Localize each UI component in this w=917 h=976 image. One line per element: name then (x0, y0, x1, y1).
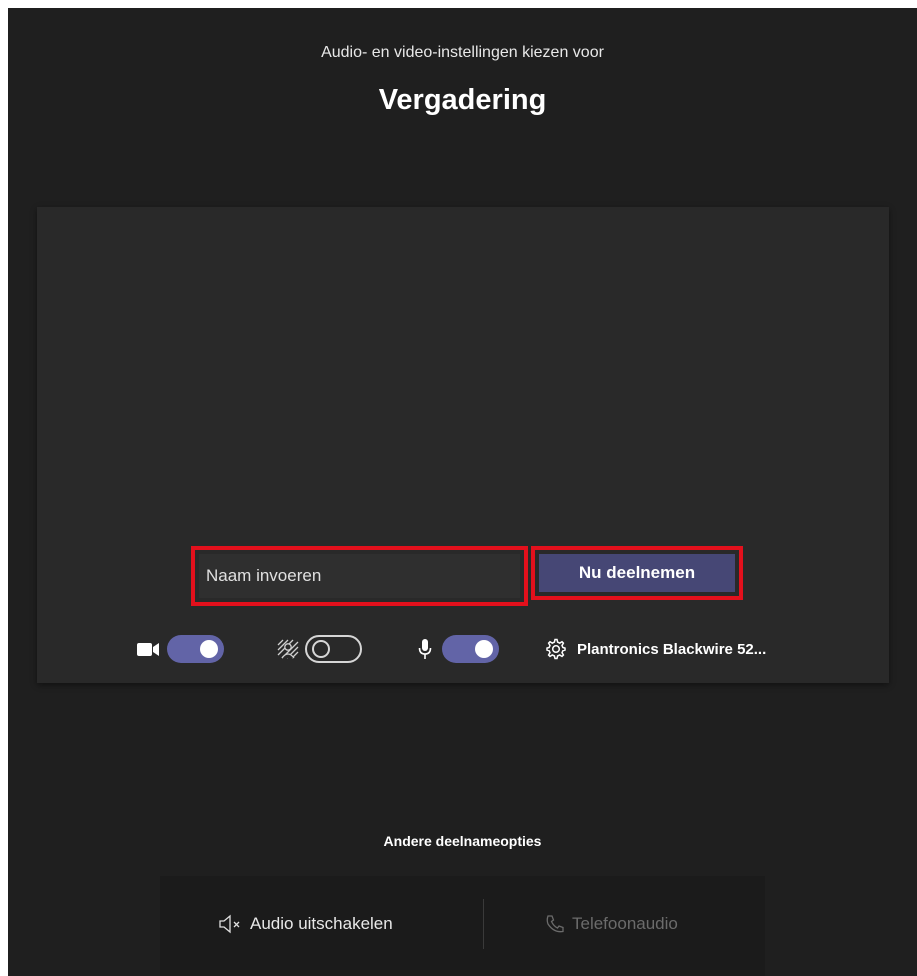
audio-device-label: Plantronics Blackwire 52... (577, 640, 767, 658)
background-blur-icon[interactable] (277, 639, 299, 659)
toggle-knob (475, 640, 493, 658)
phone-audio-option[interactable]: Telefoonaudio (544, 909, 678, 939)
device-settings[interactable]: Plantronics Blackwire 52... (545, 634, 766, 664)
camera-toggle[interactable] (167, 635, 224, 663)
phone-audio-label: Telefoonaudio (572, 914, 678, 933)
join-now-button[interactable]: Nu deelnemen (539, 554, 735, 592)
name-input[interactable] (199, 554, 520, 598)
join-button-highlight: Nu deelnemen (531, 546, 743, 600)
device-controls: Plantronics Blackwire 52... (37, 634, 889, 664)
pre-join-screen: Audio- en video-instellingen kiezen voor… (8, 8, 917, 976)
page-title: Vergadering (378, 84, 547, 116)
other-options-heading: Andere deelnameopties (383, 833, 542, 849)
audio-off-label: Audio uitschakelen (250, 914, 393, 933)
microphone-toggle[interactable] (442, 635, 499, 663)
background-effects-toggle[interactable] (305, 635, 362, 663)
camera-control (137, 634, 224, 664)
page-subtitle: Audio- en video-instellingen kiezen voor (321, 44, 604, 61)
toggle-knob (200, 640, 218, 658)
camera-icon (137, 641, 161, 657)
other-join-options: Audio uitschakelen Telefoonaudio (160, 876, 765, 976)
background-effects-control (277, 634, 362, 664)
phone-icon (544, 914, 572, 934)
speaker-muted-icon (218, 914, 250, 934)
options-divider (483, 899, 484, 949)
name-input-highlight (191, 546, 528, 606)
toggle-knob (312, 640, 330, 658)
audio-off-option[interactable]: Audio uitschakelen (218, 909, 393, 939)
microphone-icon (418, 638, 432, 660)
video-preview-panel: Nu deelnemen (37, 207, 889, 683)
gear-icon (545, 638, 567, 660)
microphone-control (418, 634, 499, 664)
